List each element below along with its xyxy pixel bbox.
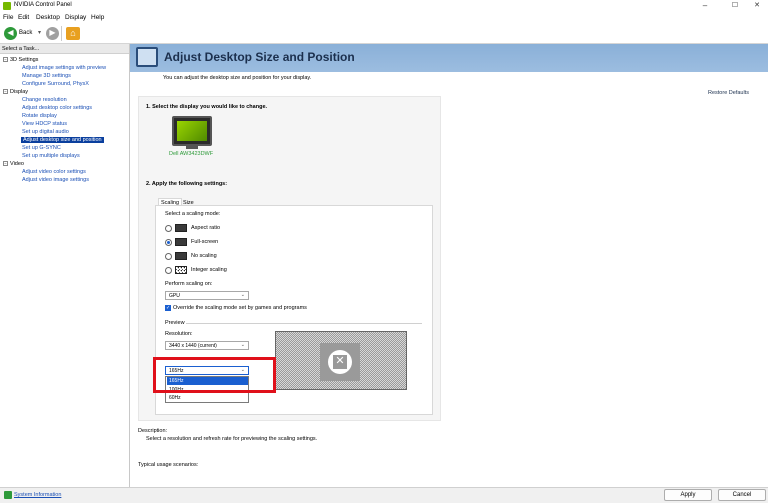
close-button[interactable]: ✕ [746,0,768,13]
integer-scaling-icon [175,266,187,274]
tree-item-digital-audio[interactable]: Set up digital audio [22,129,69,135]
menu-edit[interactable]: Edit [18,14,29,21]
resolution-value: 3440 x 1440 (current) [169,343,217,349]
maximize-button[interactable]: ☐ [724,0,746,13]
description-label: Description: [138,428,168,434]
collapse-icon[interactable]: − [3,89,8,95]
mode-no-scaling[interactable]: No scaling [191,253,217,259]
collapse-icon[interactable]: − [3,57,8,63]
chevron-down-icon: ⌄ [240,342,245,348]
radio-no-scaling[interactable] [165,253,172,260]
tree-item-gsync[interactable]: Set up G-SYNC [22,145,61,151]
chevron-down-icon: ⌄ [240,292,245,298]
back-arrow-icon[interactable]: ◀ [4,27,17,40]
tree-item-adjust-desktop-size[interactable]: Adjust desktop size and position [21,137,104,143]
scaling-mode-label: Select a scaling mode: [165,211,221,217]
aspect-ratio-icon [175,224,187,232]
back-dropdown-icon[interactable]: ▾ [38,29,41,36]
tree-item-adjust-image-settings[interactable]: Adjust image settings with preview [22,65,106,71]
collapse-icon[interactable]: − [3,161,8,167]
tree-category-3d-settings[interactable]: −3D Settings [3,57,38,63]
preview-label: Preview [165,320,185,326]
toolbar: ◀ Back ▾ ▶ ⌂ [0,23,768,44]
tree-category-display[interactable]: − Display [3,89,28,95]
override-label[interactable]: Override the scaling mode set by games a… [173,305,307,311]
page-subbar: You can adjust the desktop size and posi… [130,72,768,96]
back-button[interactable]: Back [19,30,32,36]
monitor-stand-icon [186,146,198,149]
window-title: NVIDIA Control Panel [14,2,72,8]
perform-scaling-value: GPU [169,293,180,299]
nvidia-screen-icon [177,121,207,141]
task-panel: Select a Task... −3D Settings Adjust ima… [0,44,130,487]
radio-aspect-ratio[interactable] [165,225,172,232]
menu-display[interactable]: Display [65,14,86,21]
monitor-icon[interactable] [172,116,212,146]
page-banner: Adjust Desktop Size and Position [130,44,768,72]
radio-integer-scaling[interactable] [165,267,172,274]
task-panel-header: Select a Task... [0,44,129,54]
full-screen-icon [175,238,187,246]
preview-x-icon: ✕ [333,355,347,369]
usage-label: Typical usage scenarios: [138,462,199,468]
status-bar: System Information Apply Cancel [0,487,768,503]
preview-divider [186,323,422,324]
system-information-link[interactable]: System Information [14,492,61,498]
restore-defaults-link[interactable]: Restore Defaults [708,90,749,96]
forward-arrow-icon[interactable]: ▶ [46,27,59,40]
tree-item-change-resolution[interactable]: Change resolution [22,97,67,103]
menu-desktop[interactable]: Desktop [36,14,60,21]
apply-button[interactable]: Apply [664,489,712,501]
display-settings-icon [136,47,158,67]
tree-item-manage-3d-settings[interactable]: Manage 3D settings [22,73,71,79]
minimize-button[interactable]: – [694,0,716,13]
tree-item-video-color[interactable]: Adjust video color settings [22,169,86,175]
display-name[interactable]: Dell AW3423DWF [169,151,213,157]
tree-item-rotate-display[interactable]: Rotate display [22,113,57,119]
menu-help[interactable]: Help [91,14,104,21]
mode-integer-scaling[interactable]: Integer scaling [191,267,227,273]
menu-file[interactable]: File [3,14,13,21]
perform-scaling-select[interactable]: GPU ⌄ [165,291,249,300]
step1-heading: 1. Select the display you would like to … [146,104,268,110]
description-text: Select a resolution and refresh rate for… [146,436,318,442]
tree-category-video[interactable]: − Video [3,161,24,167]
annotation-highlight-box [153,357,276,393]
override-checkbox[interactable]: ✓ [165,305,171,311]
title-bar: NVIDIA Control Panel – ☐ ✕ [0,0,768,13]
cancel-button[interactable]: Cancel [718,489,766,501]
radio-full-screen[interactable] [165,239,172,246]
resolution-label: Resolution: [165,331,193,337]
tree-item-video-image[interactable]: Adjust video image settings [22,177,89,183]
tree-item-adjust-desktop-color[interactable]: Adjust desktop color settings [22,105,92,111]
nvidia-logo-icon [3,2,11,10]
system-info-icon [4,491,12,499]
tree-item-multiple-displays[interactable]: Set up multiple displays [22,153,80,159]
menu-bar: File Edit Desktop Display Help [0,13,768,23]
mode-full-screen[interactable]: Full-screen [191,239,218,245]
step2-heading: 2. Apply the following settings: [146,181,228,187]
perform-scaling-label: Perform scaling on: [165,281,213,287]
home-icon[interactable]: ⌂ [66,27,80,40]
resolution-select[interactable]: 3440 x 1440 (current) ⌄ [165,341,249,350]
page-title: Adjust Desktop Size and Position [164,50,355,64]
preview-circle: ✕ [328,350,352,374]
page-subtitle: You can adjust the desktop size and posi… [163,75,312,81]
mode-aspect-ratio[interactable]: Aspect ratio [191,225,220,231]
refresh-option-60hz[interactable]: 60Hz [167,394,248,402]
tree-item-view-hdcp[interactable]: View HDCP status [22,121,67,127]
tree-item-configure-surround[interactable]: Configure Surround, PhysX [22,81,89,87]
no-scaling-icon [175,252,187,260]
toolbar-divider [61,26,62,41]
